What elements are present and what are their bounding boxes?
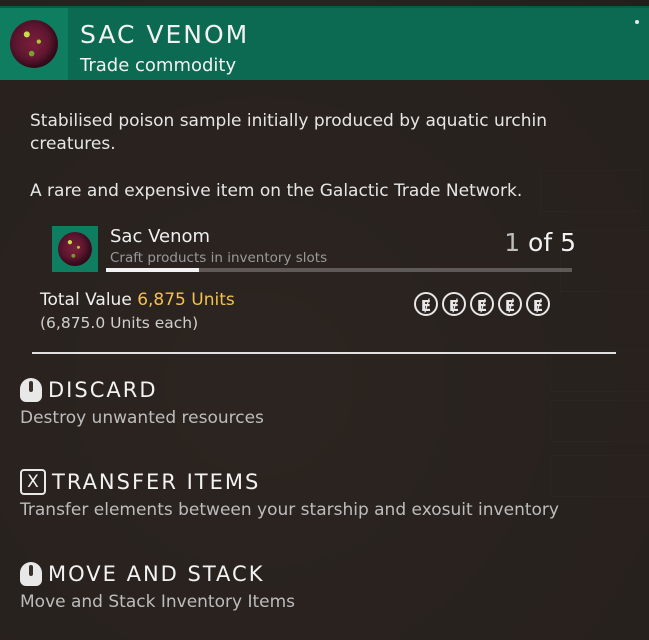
sac-venom-icon — [10, 20, 58, 68]
action-title: TRANSFER ITEMS — [52, 470, 261, 494]
total-value: Total Value 6,875 Units — [40, 290, 235, 310]
stack-count: 1 of 5 — [504, 228, 576, 257]
rarity-indicator: ɆɆɆɆɆ — [414, 292, 550, 316]
action-title: DISCARD — [48, 378, 158, 402]
unit-symbol-icon: Ɇ — [414, 292, 438, 316]
item-detail-panel: Stabilised poison sample initially produ… — [0, 80, 649, 640]
key-icon: X — [20, 469, 46, 495]
mouse-icon — [20, 562, 42, 586]
unit-value: (6,875.0 Units each) — [40, 314, 199, 332]
action-title: MOVE AND STACK — [48, 562, 265, 586]
unit-symbol-icon: Ɇ — [498, 292, 522, 316]
item-icon-box — [0, 8, 68, 80]
item-name: Sac Venom — [110, 226, 211, 247]
unit-symbol-icon: Ɇ — [470, 292, 494, 316]
divider — [32, 352, 616, 354]
mouse-icon — [20, 378, 42, 402]
action-description: Destroy unwanted resources — [20, 408, 264, 428]
unit-symbol-icon: Ɇ — [442, 292, 466, 316]
inventory-item-row[interactable]: Sac Venom Craft products in inventory sl… — [52, 226, 592, 272]
dot-icon — [635, 20, 639, 24]
stack-progress-fill — [106, 268, 200, 272]
sac-venom-icon — [58, 232, 92, 266]
item-thumbnail — [52, 226, 98, 272]
unit-symbol-icon: Ɇ — [526, 292, 550, 316]
action-discard[interactable]: DISCARD Destroy unwanted resources — [20, 376, 264, 428]
item-description: Stabilised poison sample initially produ… — [30, 111, 548, 154]
action-description: Move and Stack Inventory Items — [20, 592, 296, 612]
item-category: Trade commodity — [80, 55, 237, 76]
item-trade-note: A rare and expensive item on the Galacti… — [30, 181, 523, 201]
item-hint: Craft products in inventory slots — [110, 250, 328, 266]
action-transfer-items[interactable]: X TRANSFER ITEMS Transfer elements betwe… — [20, 468, 559, 520]
item-header: SAC VENOM Trade commodity — [0, 6, 649, 80]
action-description: Transfer elements between your starship … — [20, 500, 559, 520]
stack-count-current: 1 — [504, 228, 521, 257]
total-value-label: Total Value — [40, 290, 138, 310]
total-value-amount: 6,875 Units — [137, 290, 235, 310]
action-move-and-stack[interactable]: MOVE AND STACK Move and Stack Inventory … — [20, 560, 295, 612]
stack-count-max: of 5 — [520, 228, 576, 257]
stack-progress-bar — [106, 268, 572, 272]
item-title: SAC VENOM — [80, 20, 250, 49]
